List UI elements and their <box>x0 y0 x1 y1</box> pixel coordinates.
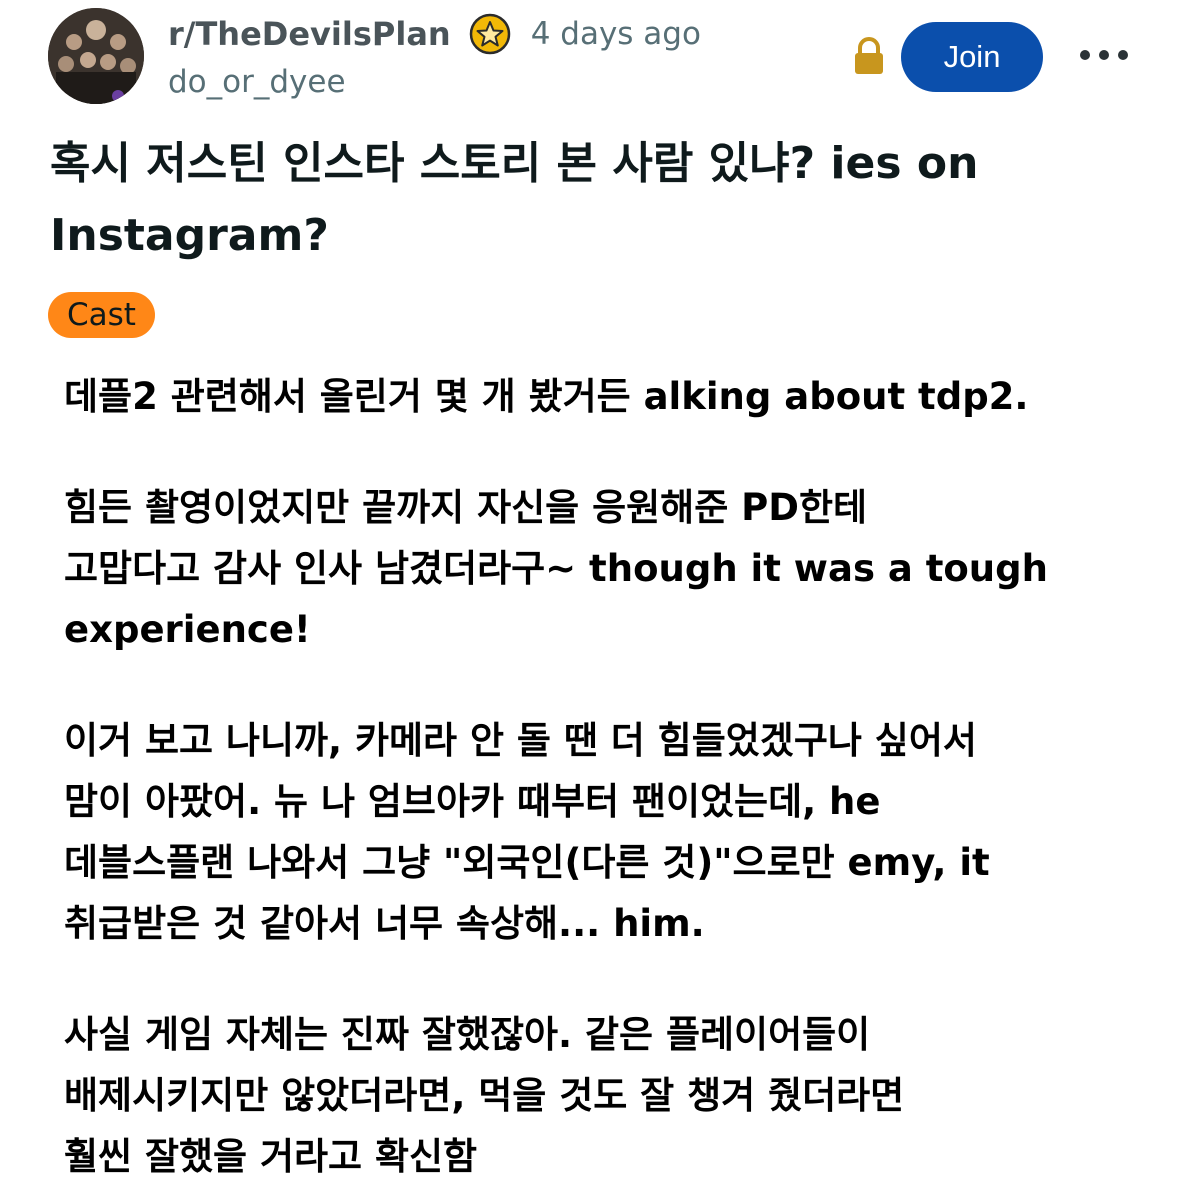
lock-icon <box>852 36 886 76</box>
join-button[interactable]: Join <box>901 22 1043 92</box>
subreddit-avatar[interactable] <box>48 8 144 104</box>
post-title: 혹시 저스틴 인스타 스토리 본 사람 있냐? ies on Instagram… <box>50 138 979 261</box>
more-options-icon[interactable] <box>1080 40 1128 70</box>
post-flair[interactable]: Cast <box>48 292 155 338</box>
body-paragraph-3: 이거 보고 나니까, 카메라 안 돌 땐 더 힘들었겠구나 싶어서 맘이 아팠어… <box>64 719 990 945</box>
author-name[interactable]: do_or_dyee <box>168 64 346 100</box>
body-paragraph-1: 데플2 관련해서 올린거 몇 개 봤거든 alking about tdp2. <box>64 375 1029 418</box>
post-body: 데플2 관련해서 올린거 몇 개 봤거든 alking about tdp2. … <box>64 366 1154 1187</box>
post-meta-row: r/TheDevilsPlan 4 days ago <box>168 10 701 58</box>
post-time: 4 days ago <box>530 16 701 52</box>
body-paragraph-2: 힘든 촬영이었지만 끝까지 자신을 응원해준 PD한테 고맙다고 감사 인사 남… <box>64 486 1048 651</box>
subreddit-name[interactable]: r/TheDevilsPlan <box>168 15 451 53</box>
body-paragraph-4: 사실 게임 자체는 진짜 잘했잖아. 같은 플레이어들이 배제시키지만 않았더라… <box>64 1013 905 1178</box>
star-badge-icon <box>469 13 511 55</box>
